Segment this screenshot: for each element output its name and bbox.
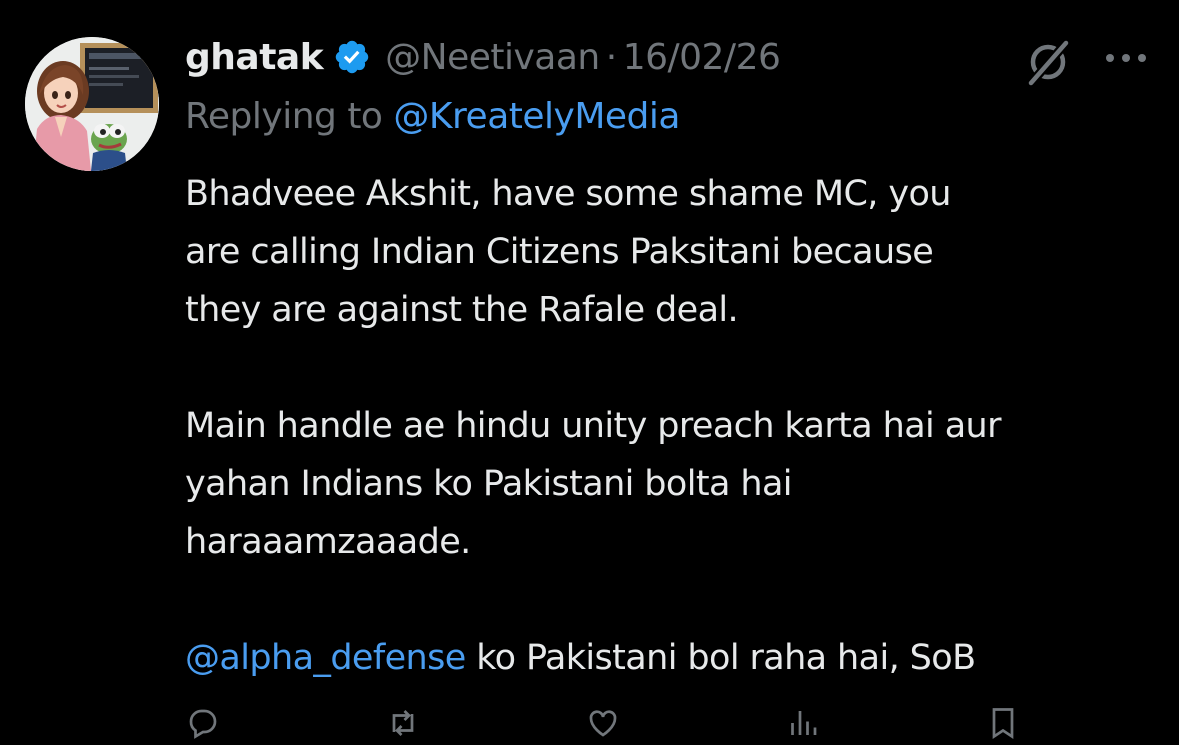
body-text: ko Pakistani bol raha hai, SoB — [465, 638, 976, 678]
display-name[interactable]: ghatak — [185, 37, 324, 78]
bookmark-button[interactable] — [985, 705, 1085, 741]
body-mention[interactable]: @alpha_defense — [185, 638, 466, 678]
repost-icon — [392, 710, 414, 736]
avatar-image — [25, 37, 159, 171]
views-button[interactable] — [785, 705, 985, 741]
tweet-paragraph: Main handle ae hindu unity preach karta … — [185, 397, 1165, 571]
like-button[interactable] — [585, 705, 785, 741]
replying-to-label: Replying to — [185, 96, 383, 137]
verified-badge-icon — [335, 40, 369, 74]
reply-icon — [189, 709, 217, 739]
text-line: haraaamzaaade. — [185, 522, 471, 562]
grok-icon[interactable] — [1024, 38, 1072, 86]
text-line: Main handle ae hindu unity preach karta … — [185, 406, 1002, 446]
tweet-header: ghatak @Neetivaan · 16/02/26 — [185, 32, 781, 82]
tweet-paragraph: @alpha_defense ko Pakistani bol raha hai… — [185, 629, 1165, 687]
text-line: @alpha_defense ko Pakistani bol raha hai… — [185, 629, 1165, 687]
tweet-paragraph: Bhadveee Akshit, have some shame MC, you… — [185, 165, 1165, 339]
bookmark-icon — [992, 708, 1014, 740]
replying-to-line: Replying to @KreatelyMedia — [185, 92, 680, 142]
tweet-text: Bhadveee Akshit, have some shame MC, you… — [185, 165, 1165, 687]
more-options-icon[interactable] — [1103, 50, 1149, 66]
views-icon — [791, 711, 817, 735]
separator-dot: · — [605, 36, 617, 78]
tweet[interactable]: ghatak @Neetivaan · 16/02/26 Replying to @… — [0, 0, 1179, 740]
reply-button[interactable] — [185, 705, 385, 741]
tweet-date[interactable]: 16/02/26 — [623, 37, 781, 78]
text-line: yahan Indians ko Pakistani bolta hai — [185, 464, 793, 504]
text-line: Bhadveee Akshit, have some shame MC, you — [185, 174, 951, 214]
text-line: are calling Indian Citizens Paksitani be… — [185, 232, 934, 272]
action-bar — [185, 705, 1085, 745]
repost-button[interactable] — [385, 705, 585, 741]
user-handle[interactable]: @Neetivaan — [385, 37, 600, 78]
replying-to-mention[interactable]: @KreatelyMedia — [393, 96, 680, 137]
like-icon — [589, 710, 617, 737]
avatar[interactable] — [25, 37, 159, 171]
text-line: they are against the Rafale deal. — [185, 290, 739, 330]
